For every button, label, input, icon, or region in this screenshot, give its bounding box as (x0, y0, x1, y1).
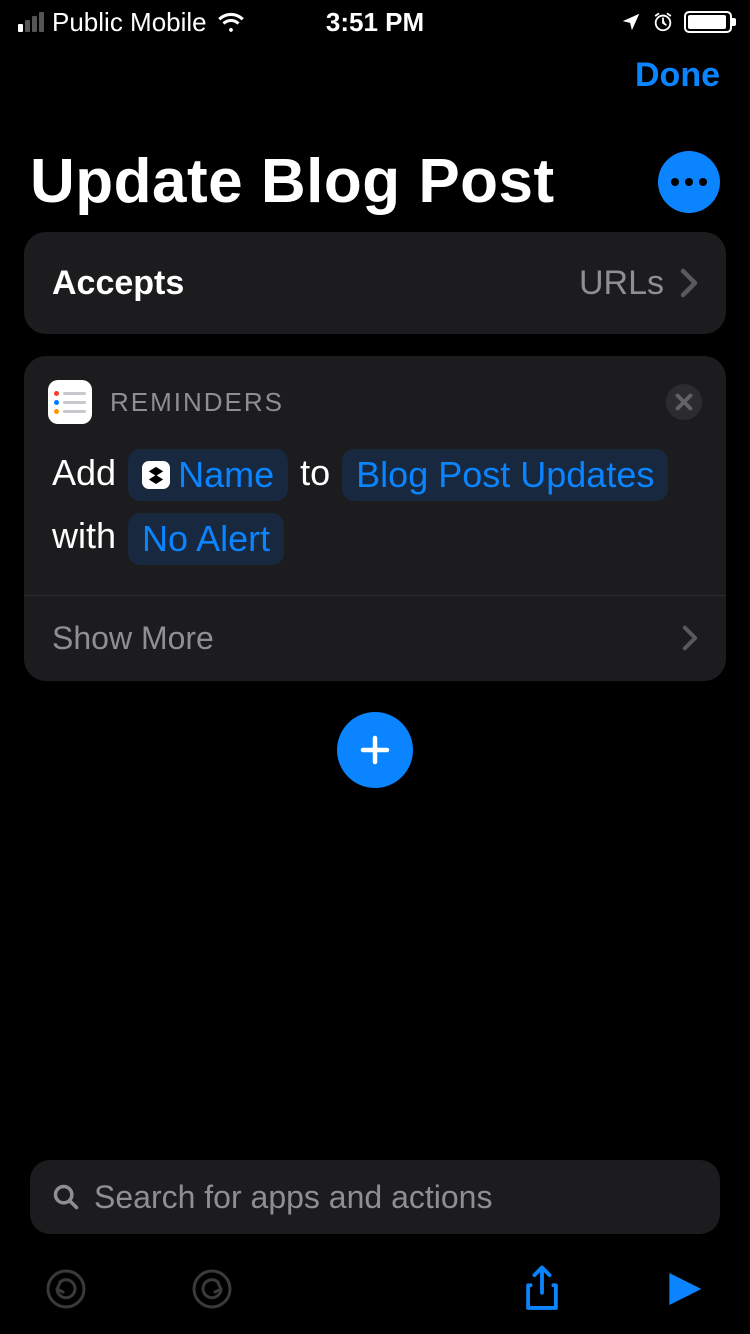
location-icon (620, 11, 642, 33)
accepts-label: Accepts (52, 264, 579, 303)
shortcut-input-icon (142, 461, 170, 489)
accepts-row[interactable]: Accepts URLs (24, 232, 726, 334)
status-bar: Public Mobile 3:51 PM (0, 0, 750, 44)
action-word-with: with (52, 515, 116, 556)
list-token[interactable]: Blog Post Updates (342, 449, 668, 501)
status-time: 3:51 PM (326, 7, 424, 38)
reminders-app-icon (48, 380, 92, 424)
share-button[interactable] (516, 1263, 568, 1315)
action-description: Add Name to Blog Post Updates with No Al… (24, 438, 726, 595)
run-button[interactable] (658, 1263, 710, 1315)
bottom-toolbar (0, 1244, 750, 1334)
action-app-label: REMINDERS (110, 387, 666, 418)
redo-button[interactable] (186, 1263, 238, 1315)
action-word-add: Add (52, 452, 116, 493)
undo-button[interactable] (40, 1263, 92, 1315)
alarm-icon (652, 11, 674, 33)
search-icon (52, 1183, 80, 1211)
accepts-value: URLs (579, 264, 664, 303)
action-word-to: to (300, 452, 330, 493)
chevron-right-icon (682, 625, 698, 651)
search-input[interactable]: Search for apps and actions (30, 1160, 720, 1234)
more-options-button[interactable] (658, 151, 720, 213)
add-action-button[interactable] (337, 712, 413, 788)
chevron-right-icon (680, 268, 698, 298)
done-button[interactable]: Done (635, 56, 720, 94)
cellular-signal-icon (18, 12, 44, 32)
search-placeholder: Search for apps and actions (94, 1179, 492, 1216)
alert-token[interactable]: No Alert (128, 513, 284, 565)
page-title: Update Blog Post (30, 146, 658, 217)
wifi-icon (217, 11, 245, 33)
battery-icon (684, 11, 732, 33)
action-card: REMINDERS Add Name to Blog Post Updates … (24, 356, 726, 681)
remove-action-button[interactable] (666, 384, 702, 420)
carrier-label: Public Mobile (52, 7, 207, 38)
variable-token-name[interactable]: Name (128, 449, 288, 501)
show-more-label: Show More (52, 620, 214, 657)
show-more-button[interactable]: Show More (24, 596, 726, 681)
